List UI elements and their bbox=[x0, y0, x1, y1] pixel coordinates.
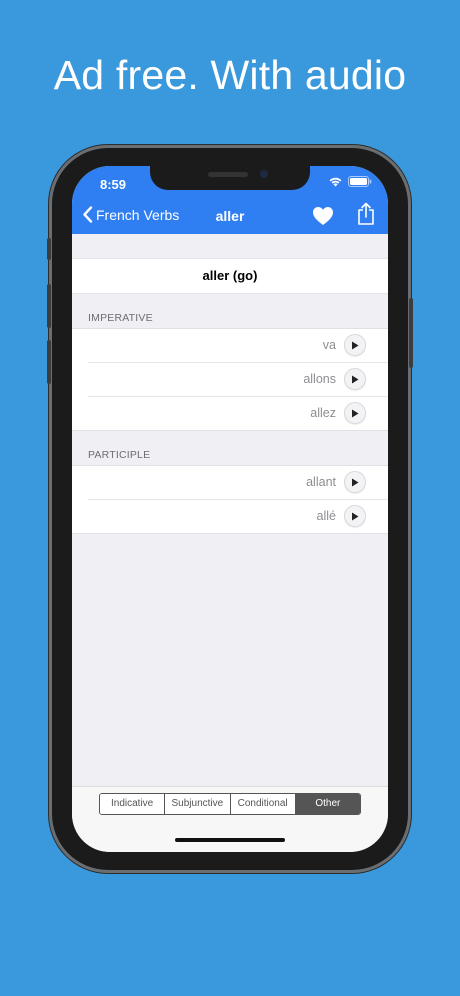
wifi-icon bbox=[329, 177, 342, 187]
front-camera bbox=[260, 170, 268, 178]
power-button bbox=[409, 298, 413, 368]
status-icons bbox=[328, 176, 372, 187]
conjugated-form: allez bbox=[310, 406, 336, 420]
share-button[interactable] bbox=[357, 202, 375, 231]
play-icon bbox=[352, 478, 359, 486]
volume-down-button bbox=[47, 340, 51, 384]
battery-icon bbox=[348, 176, 372, 187]
conjugated-form: allant bbox=[306, 475, 336, 489]
list-item: allons bbox=[88, 362, 388, 396]
back-label: French Verbs bbox=[96, 206, 180, 223]
play-icon bbox=[352, 512, 359, 520]
section-label-imperative: IMPERATIVE bbox=[88, 312, 153, 324]
mute-switch bbox=[47, 238, 51, 260]
nav-bar: French Verbs aller bbox=[72, 202, 388, 234]
mood-segmented-control: Indicative Subjunctive Conditional Other bbox=[99, 793, 361, 815]
play-audio-button[interactable] bbox=[344, 334, 366, 356]
list-item: va bbox=[72, 329, 388, 362]
phone-frame: 8:59 French Verbs aller aller (go) IMPER… bbox=[47, 148, 413, 870]
heart-icon bbox=[313, 207, 333, 225]
play-icon bbox=[352, 409, 359, 417]
speaker bbox=[208, 172, 248, 177]
volume-up-button bbox=[47, 284, 51, 328]
chevron-left-icon bbox=[83, 206, 93, 223]
conjugated-form: va bbox=[322, 338, 336, 352]
back-button[interactable]: French Verbs bbox=[82, 206, 179, 223]
tab-conditional[interactable]: Conditional bbox=[230, 794, 296, 814]
list-item: allez bbox=[88, 396, 388, 430]
verb-title: aller (go) bbox=[72, 258, 388, 294]
tab-subjunctive[interactable]: Subjunctive bbox=[165, 794, 231, 814]
play-audio-button[interactable] bbox=[344, 505, 366, 527]
section-label-participle: PARTICIPLE bbox=[88, 449, 151, 461]
tab-indicative[interactable]: Indicative bbox=[100, 794, 166, 814]
list-item: allant bbox=[72, 466, 388, 499]
imperative-group: va allons allez bbox=[72, 328, 388, 431]
tab-other[interactable]: Other bbox=[295, 794, 360, 814]
play-audio-button[interactable] bbox=[344, 402, 366, 424]
screen: 8:59 French Verbs aller aller (go) IMPER… bbox=[72, 166, 388, 852]
headline: Ad free. With audio bbox=[53, 52, 407, 98]
conjugated-form: allé bbox=[316, 509, 336, 523]
play-icon bbox=[352, 341, 359, 349]
share-icon bbox=[358, 202, 374, 225]
favorite-button[interactable] bbox=[312, 206, 334, 231]
play-audio-button[interactable] bbox=[344, 471, 366, 493]
list-item: allé bbox=[88, 499, 388, 533]
bottom-toolbar: Indicative Subjunctive Conditional Other bbox=[72, 786, 388, 852]
play-audio-button[interactable] bbox=[344, 368, 366, 390]
status-time: 8:59 bbox=[100, 177, 127, 192]
home-indicator bbox=[175, 838, 285, 842]
participle-group: allant allé bbox=[72, 465, 388, 534]
notch bbox=[150, 166, 310, 190]
play-icon bbox=[352, 375, 359, 383]
conjugated-form: allons bbox=[303, 372, 336, 386]
